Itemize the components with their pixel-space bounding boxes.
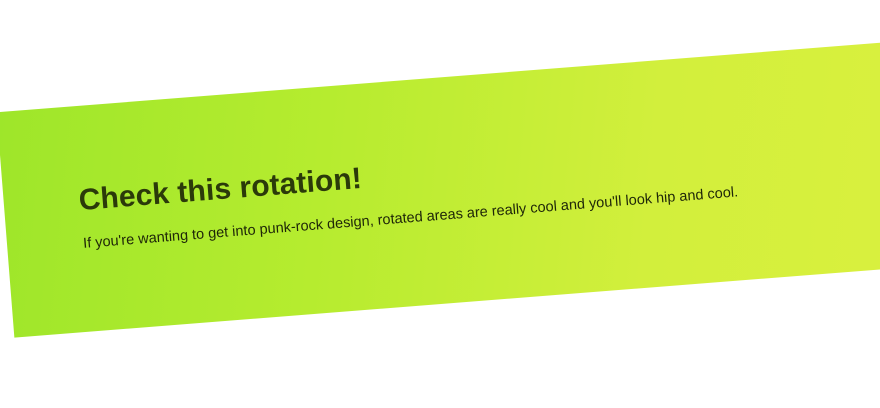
rotated-banner: Check this rotation! If you're wanting t… <box>0 40 880 338</box>
page-canvas: Check this rotation! If you're wanting t… <box>0 0 880 408</box>
banner-title: Check this rotation! <box>77 161 363 218</box>
